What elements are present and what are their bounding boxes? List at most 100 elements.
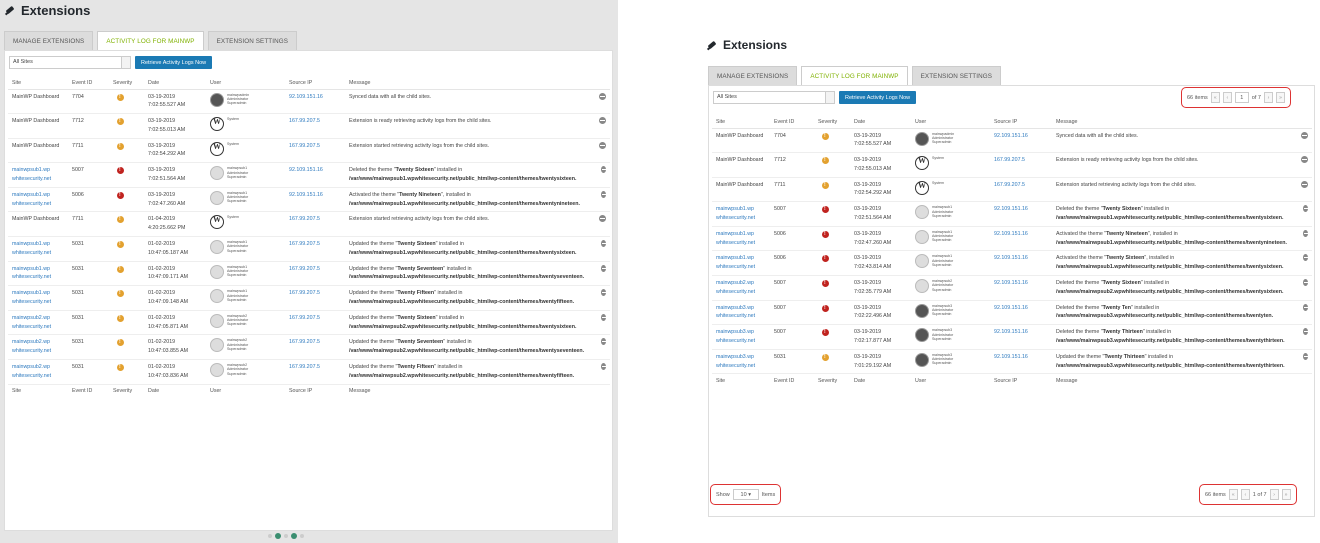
row-actions-icon[interactable] [601, 338, 607, 346]
row-actions-icon[interactable] [601, 264, 607, 272]
row-actions-icon[interactable] [601, 190, 607, 198]
row-actions-icon[interactable] [1303, 254, 1309, 262]
next-page-button[interactable]: › [1269, 489, 1279, 500]
row-actions-icon[interactable] [1302, 303, 1310, 311]
source-ip-cell[interactable]: 167.99.207.5 [285, 261, 345, 287]
site-cell[interactable]: mainwpsub2.wp whitesecurity.net [8, 359, 68, 385]
row-actions-icon[interactable] [1303, 279, 1309, 287]
source-ip-cell[interactable]: 92.109.151.16 [285, 187, 345, 213]
row-actions-icon[interactable] [599, 215, 606, 223]
col-event-id[interactable]: Event ID [770, 116, 814, 129]
site-cell[interactable]: mainwpsub3.wp whitesecurity.net [712, 300, 770, 326]
row-actions-icon[interactable] [1301, 156, 1308, 164]
row-actions-icon[interactable] [1303, 328, 1309, 336]
col-severity[interactable]: Severity [109, 77, 144, 90]
tab-manage-extensions[interactable]: MANAGE EXTENSIONS [4, 31, 94, 50]
row-actions-icon[interactable] [1303, 229, 1309, 237]
col-user[interactable]: User [206, 77, 285, 90]
col-date[interactable]: Date [144, 77, 206, 90]
source-ip-cell[interactable]: 92.109.151.16 [990, 324, 1052, 350]
col-source-ip[interactable]: Source IP [285, 77, 345, 90]
row-actions-icon[interactable] [600, 363, 608, 371]
user-details: mainwpadmin Administrator Superadmin [227, 93, 249, 106]
row-actions-icon[interactable] [600, 313, 608, 321]
site-cell[interactable]: mainwpsub2.wp whitesecurity.net [8, 334, 68, 361]
source-ip-cell[interactable]: 167.99.207.5 [285, 310, 345, 336]
site-cell[interactable]: mainwpsub1.wp whitesecurity.net [712, 226, 770, 252]
prev-page-button[interactable]: ‹ [1222, 92, 1232, 103]
first-page-button[interactable]: « [1210, 92, 1220, 103]
col-site[interactable]: Site [8, 77, 68, 90]
site-cell[interactable]: mainwpsub1.wp whitesecurity.net [8, 285, 68, 311]
site-cell[interactable]: mainwpsub3.wp whitesecurity.net [712, 349, 770, 375]
source-ip-cell[interactable]: 92.109.151.16 [990, 250, 1052, 277]
next-page-button[interactable]: › [1263, 92, 1273, 103]
source-ip-cell[interactable]: 92.109.151.16 [990, 201, 1052, 227]
source-ip-cell[interactable]: 92.109.151.16 [990, 226, 1052, 252]
col-date[interactable]: Date [850, 116, 911, 129]
site-cell[interactable]: mainwpsub1.wp whitesecurity.net [712, 201, 770, 227]
tab-activity-log[interactable]: ACTIVITY LOG FOR MAINWP [97, 31, 204, 50]
site-select[interactable]: All Sites [9, 56, 131, 69]
user-details: mainwpsub1 Administrator Superadmin [227, 265, 248, 278]
page-number-input[interactable]: 1 [1234, 92, 1249, 103]
row-actions-icon[interactable] [1303, 205, 1309, 213]
site-cell[interactable]: mainwpsub1.wp whitesecurity.net [712, 250, 770, 277]
last-page-button[interactable]: » [1275, 92, 1285, 103]
col-source-ip[interactable]: Source IP [990, 116, 1052, 129]
source-ip-cell[interactable]: 167.99.207.5 [285, 138, 345, 164]
page-size-select[interactable]: 10 ▾ [732, 489, 759, 500]
source-ip-cell[interactable]: 92.109.151.16 [990, 300, 1052, 326]
row-actions-icon[interactable] [599, 117, 606, 125]
user-cell: mainwpsub1 Administrator Superadmin [206, 236, 285, 262]
source-ip-cell[interactable]: 167.99.207.5 [285, 211, 345, 238]
row-actions-icon[interactable] [599, 92, 606, 100]
col-site[interactable]: Site [712, 116, 770, 129]
tab-activity-log[interactable]: ACTIVITY LOG FOR MAINWP [801, 66, 908, 85]
source-ip-cell[interactable]: 167.99.207.5 [990, 152, 1052, 178]
col-severity[interactable]: Severity [814, 116, 850, 129]
col-message[interactable]: Message [345, 77, 610, 90]
tab-manage-extensions[interactable]: MANAGE EXTENSIONS [708, 66, 798, 85]
retrieve-logs-button[interactable]: Retrieve Activity Logs Now [135, 56, 213, 69]
message-cell: Extension started retrieving activity lo… [1052, 177, 1312, 203]
row-actions-icon[interactable] [1301, 180, 1308, 188]
first-page-button[interactable]: « [1228, 489, 1238, 500]
source-ip-cell[interactable]: 92.109.151.16 [990, 349, 1052, 375]
source-ip-cell[interactable]: 167.99.207.5 [285, 334, 345, 361]
site-cell[interactable]: mainwpsub1.wp whitesecurity.net [8, 236, 68, 262]
source-ip-cell[interactable]: 92.109.151.16 [285, 162, 345, 188]
prev-page-button[interactable]: ‹ [1240, 489, 1250, 500]
site-cell[interactable]: mainwpsub1.wp whitesecurity.net [8, 261, 68, 287]
row-actions-icon[interactable] [600, 166, 608, 174]
col-message[interactable]: Message [1052, 116, 1312, 129]
indicator-dot-active [291, 533, 297, 539]
message-part: Updated the theme " [349, 241, 398, 248]
last-page-button[interactable]: » [1281, 489, 1291, 500]
source-ip-cell[interactable]: 167.99.207.5 [285, 236, 345, 262]
site-cell[interactable]: mainwpsub1.wp whitesecurity.net [8, 162, 68, 188]
row-actions-icon[interactable] [1303, 352, 1309, 360]
site-cell[interactable]: mainwpsub3.wp whitesecurity.net [712, 324, 770, 350]
source-ip-cell[interactable]: 92.109.151.16 [990, 275, 1052, 301]
source-ip-cell[interactable]: 167.99.207.5 [285, 113, 345, 139]
source-ip-cell[interactable]: 167.99.207.5 [990, 177, 1052, 203]
row-actions-icon[interactable] [1301, 131, 1308, 139]
site-cell[interactable]: mainwpsub2.wp whitesecurity.net [712, 275, 770, 301]
source-ip-cell[interactable]: 92.109.151.16 [990, 128, 1052, 154]
row-actions-icon[interactable] [600, 240, 608, 248]
source-ip-cell[interactable]: 167.99.207.5 [285, 359, 345, 385]
site-cell[interactable]: mainwpsub2.wp whitesecurity.net [8, 310, 68, 336]
tab-extension-settings[interactable]: EXTENSION SETTINGS [207, 31, 298, 50]
tab-extension-settings[interactable]: EXTENSION SETTINGS [911, 66, 1002, 85]
table-row: mainwpsub2.wp whitesecurity.net5031 01-02… [8, 359, 610, 385]
col-user[interactable]: User [911, 116, 990, 129]
site-select[interactable]: All Sites [713, 91, 835, 104]
retrieve-logs-button[interactable]: Retrieve Activity Logs Now [839, 91, 917, 104]
source-ip-cell[interactable]: 167.99.207.5 [285, 285, 345, 311]
row-actions-icon[interactable] [600, 289, 608, 297]
site-cell[interactable]: mainwpsub1.wp whitesecurity.net [8, 187, 68, 213]
col-event-id[interactable]: Event ID [68, 77, 109, 90]
source-ip-cell[interactable]: 92.109.151.16 [285, 89, 345, 115]
row-actions-icon[interactable] [599, 141, 606, 149]
